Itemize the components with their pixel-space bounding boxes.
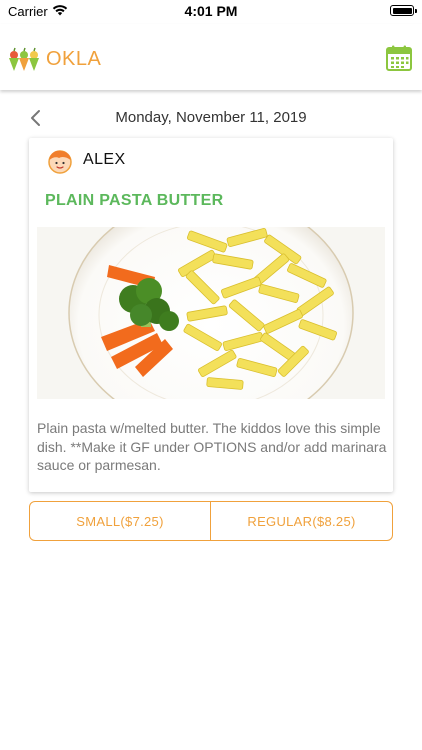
calendar-icon[interactable] [386, 45, 412, 71]
clock: 4:01 PM [184, 3, 238, 19]
meal-title: PLAIN PASTA BUTTER [45, 192, 224, 209]
meal-photo [37, 227, 385, 399]
date-navigation: Monday, November 11, 2019 [0, 104, 422, 132]
app-name: OKLA [46, 47, 102, 70]
child-avatar-icon [48, 150, 72, 174]
meal-card: ALEX PLAIN PASTA BUTTER Plain pasta w/me… [29, 138, 393, 492]
selected-date: Monday, November 11, 2019 [115, 109, 307, 126]
app-logo: OKLA [8, 47, 101, 71]
battery-icon [390, 5, 417, 16]
status-bar: Carrier 4:01 PM [0, 0, 422, 24]
app-header: OKLA [0, 24, 422, 90]
meal-description: Plain pasta w/melted butter. The kiddos … [37, 420, 387, 473]
okla-logo-icon [9, 47, 39, 71]
pasta-plate-illustration [37, 227, 385, 399]
size-small-button[interactable]: SMALL($7.25) [29, 501, 211, 541]
size-regular-button[interactable]: REGULAR($8.25) [210, 501, 393, 541]
child-name: ALEX [83, 151, 126, 168]
